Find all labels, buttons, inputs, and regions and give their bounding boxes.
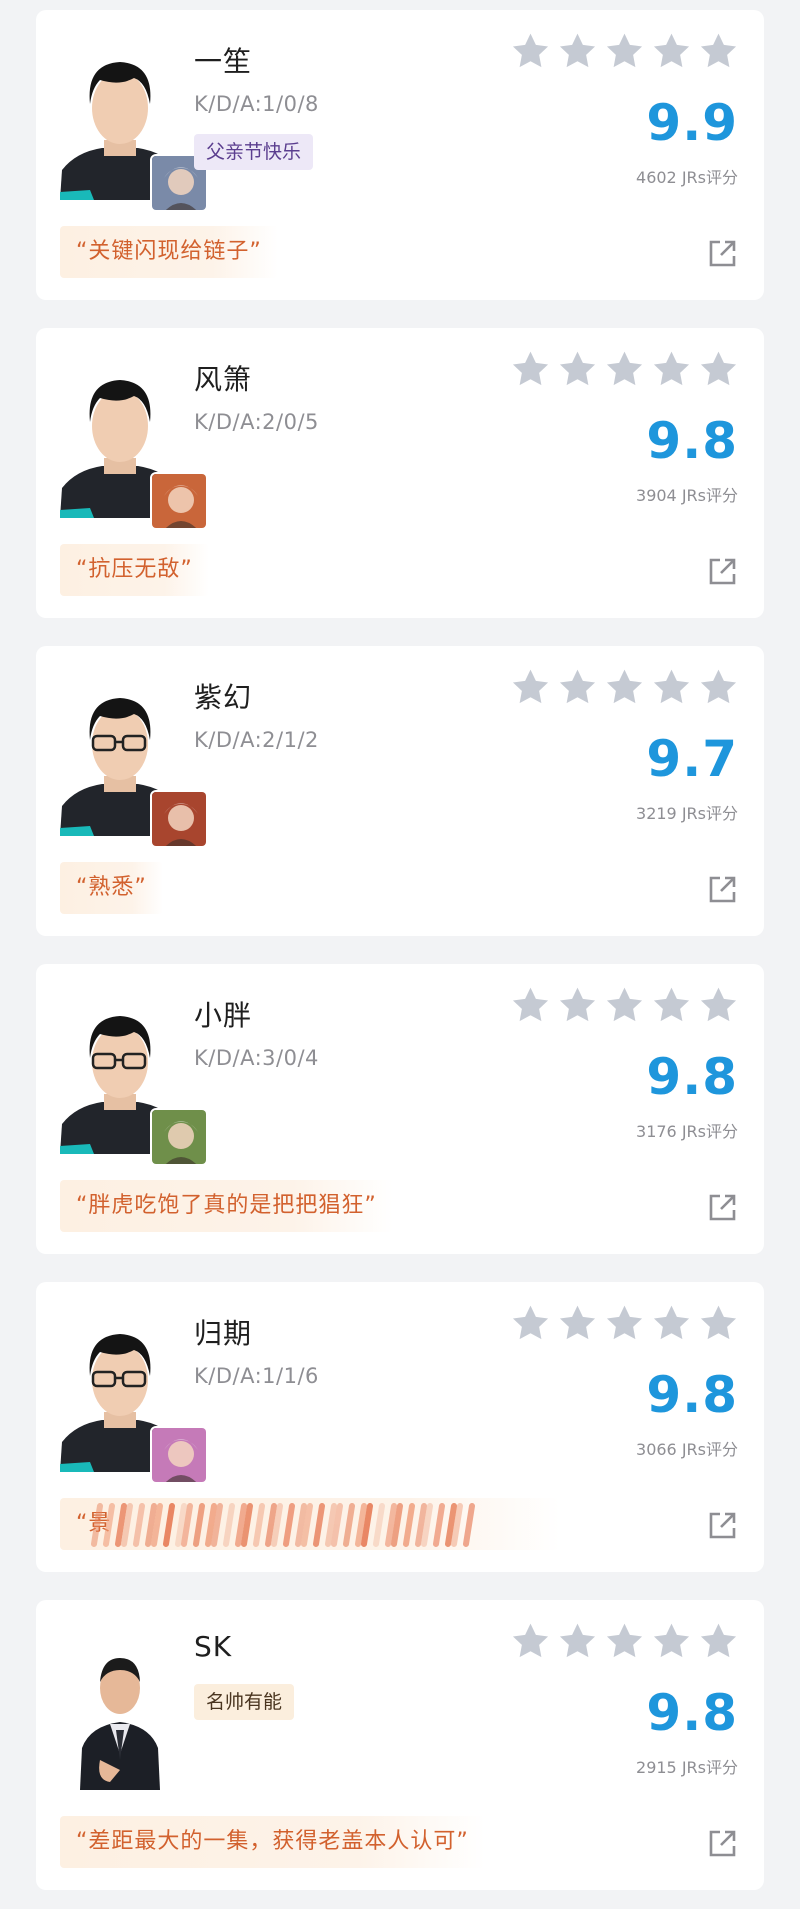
share-icon[interactable]	[706, 556, 738, 592]
player-rating-card[interactable]: 一笙 K/D/A:1/0/8 父亲节快乐 9.9 4602 JRs评分 “关键闪现给链子”	[36, 10, 764, 300]
rating-score: 9.9	[646, 94, 738, 152]
top-comment[interactable]: “抗压无敌”	[60, 544, 209, 596]
rating-stars[interactable]	[511, 986, 738, 1024]
player-kda: K/D/A:1/0/8	[194, 92, 319, 116]
rating-count: 2915 JRs评分	[636, 1758, 738, 1777]
star-icon[interactable]	[558, 350, 597, 388]
share-icon[interactable]	[706, 1510, 738, 1546]
player-name: 紫幻	[194, 681, 253, 714]
star-icon[interactable]	[652, 1622, 691, 1660]
player-avatar	[60, 358, 208, 530]
star-icon[interactable]	[511, 32, 550, 70]
player-rating-card[interactable]: 紫幻 K/D/A:2/1/2 9.7 3219 JRs评分 “熟悉”	[36, 646, 764, 936]
player-avatar	[60, 1630, 180, 1790]
star-icon[interactable]	[652, 1304, 691, 1342]
star-icon[interactable]	[558, 1622, 597, 1660]
star-icon[interactable]	[605, 1622, 644, 1660]
top-comment[interactable]: “关键闪现给链子”	[60, 226, 278, 278]
player-tag: 父亲节快乐	[194, 134, 314, 170]
top-comment[interactable]: “胖虎吃饱了真的是把把猖狂”	[60, 1180, 393, 1232]
star-icon[interactable]	[699, 1304, 738, 1342]
rating-count: 3904 JRs评分	[636, 486, 738, 505]
rating-stars[interactable]	[511, 350, 738, 388]
player-rating-card[interactable]: SK 名帅有能 9.8 2915 JRs评分 “差距最大的一集，获得老盖本人认可”	[36, 1600, 764, 1890]
player-name: 归期	[194, 1317, 253, 1350]
rating-score: 9.7	[646, 730, 738, 788]
player-rating-card[interactable]: 风箫 K/D/A:2/0/5 9.8 3904 JRs评分 “抗压无敌”	[36, 328, 764, 618]
player-avatar	[60, 1312, 208, 1484]
star-icon[interactable]	[652, 986, 691, 1024]
rating-stars[interactable]	[511, 32, 738, 70]
star-icon[interactable]	[605, 986, 644, 1024]
player-tag: 名帅有能	[194, 1684, 295, 1720]
player-rating-card[interactable]: 归期 K/D/A:1/1/6 9.8 3066 JRs评分 “景	[36, 1282, 764, 1572]
star-icon[interactable]	[605, 32, 644, 70]
top-comment[interactable]: “熟悉”	[60, 862, 163, 914]
star-icon[interactable]	[558, 986, 597, 1024]
star-icon[interactable]	[699, 668, 738, 706]
top-comment[interactable]: “差距最大的一集，获得老盖本人认可”	[60, 1816, 485, 1868]
hero-icon	[150, 1108, 208, 1166]
share-icon[interactable]	[706, 238, 738, 274]
star-icon[interactable]	[699, 1622, 738, 1660]
rating-count: 3176 JRs评分	[636, 1122, 738, 1141]
star-icon[interactable]	[511, 1304, 550, 1342]
player-rating-card[interactable]: 小胖 K/D/A:3/0/4 9.8 3176 JRs评分 “胖虎吃饱了真的是把把猖狂”	[36, 964, 764, 1254]
rating-count: 3219 JRs评分	[636, 804, 738, 823]
player-kda: K/D/A:2/1/2	[194, 728, 319, 752]
hero-icon	[150, 472, 208, 530]
player-avatar	[60, 40, 208, 212]
star-icon[interactable]	[558, 668, 597, 706]
player-name: SK	[194, 1630, 233, 1663]
star-icon[interactable]	[605, 350, 644, 388]
rating-score: 9.8	[646, 412, 738, 470]
star-icon[interactable]	[652, 668, 691, 706]
star-icon[interactable]	[511, 350, 550, 388]
share-icon[interactable]	[706, 1828, 738, 1864]
star-icon[interactable]	[605, 1304, 644, 1342]
rating-score: 9.8	[646, 1366, 738, 1424]
player-name: 一笙	[194, 45, 253, 78]
rating-score: 9.8	[646, 1048, 738, 1106]
share-icon[interactable]	[706, 874, 738, 910]
hero-icon	[150, 790, 208, 848]
star-icon[interactable]	[652, 350, 691, 388]
star-icon[interactable]	[558, 32, 597, 70]
player-kda: K/D/A:3/0/4	[194, 1046, 319, 1070]
star-icon[interactable]	[511, 1622, 550, 1660]
player-avatar	[60, 994, 208, 1166]
star-icon[interactable]	[511, 986, 550, 1024]
top-comment[interactable]: “景	[60, 1498, 560, 1550]
rating-stars[interactable]	[511, 668, 738, 706]
share-icon[interactable]	[706, 1192, 738, 1228]
player-kda: K/D/A:2/0/5	[194, 410, 319, 434]
player-name: 小胖	[194, 999, 253, 1032]
star-icon[interactable]	[605, 668, 644, 706]
rating-score: 9.8	[646, 1684, 738, 1742]
player-avatar	[60, 676, 208, 848]
redaction-scribble	[91, 1503, 475, 1547]
star-icon[interactable]	[699, 986, 738, 1024]
star-icon[interactable]	[699, 32, 738, 70]
player-name: 风箫	[194, 363, 253, 396]
star-icon[interactable]	[699, 350, 738, 388]
rating-count: 3066 JRs评分	[636, 1440, 738, 1459]
rating-count: 4602 JRs评分	[636, 168, 738, 187]
hero-icon	[150, 1426, 208, 1484]
star-icon[interactable]	[652, 32, 691, 70]
star-icon[interactable]	[511, 668, 550, 706]
rating-stars[interactable]	[511, 1304, 738, 1342]
player-kda: K/D/A:1/1/6	[194, 1364, 319, 1388]
rating-stars[interactable]	[511, 1622, 738, 1660]
star-icon[interactable]	[558, 1304, 597, 1342]
